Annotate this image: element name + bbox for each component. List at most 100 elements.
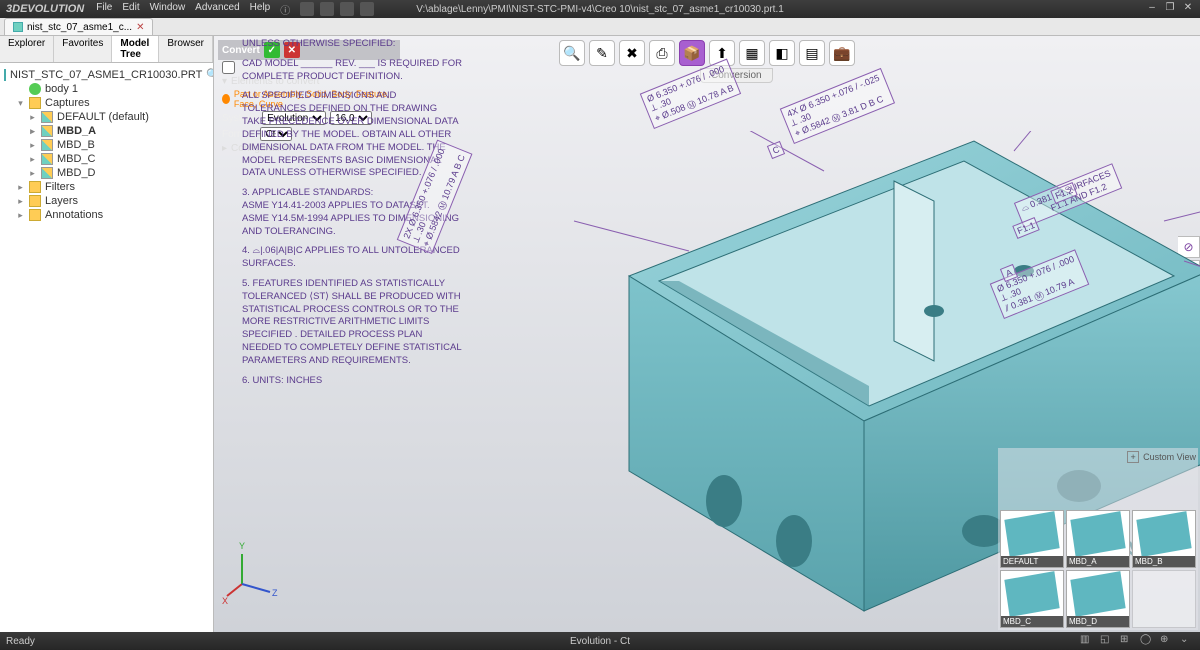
add-view-button[interactable]: + — [1127, 451, 1139, 463]
tree-item-mbd-a[interactable]: ▸MBD_A — [2, 124, 211, 138]
tool-report[interactable]: ⎙ — [649, 40, 675, 66]
window-min-button[interactable]: – — [1144, 2, 1160, 16]
version-select[interactable]: 16.0 — [330, 111, 372, 125]
tool-convert[interactable]: 📦 — [679, 40, 705, 66]
tool-section[interactable]: ◧ — [769, 40, 795, 66]
tree-item-filters[interactable]: ▸Filters — [2, 180, 211, 194]
tree-item-mbd-b[interactable]: ▸MBD_B — [2, 138, 211, 152]
chevron-down-icon[interactable]: ▾ — [16, 98, 25, 109]
pmi-callout-1[interactable]: Ø 6.350 +.076 / .000 ⟂ .30 ⌖ Ø.508 Ⓜ 10.… — [640, 59, 741, 129]
menu-file[interactable]: File — [96, 2, 112, 17]
part-icon — [13, 22, 23, 32]
qa-icon-3[interactable] — [340, 2, 354, 16]
qa-icon-4[interactable] — [360, 2, 374, 16]
tool-edit[interactable]: ✎ — [589, 40, 615, 66]
viewport-3d[interactable]: Convert ✓ ✕ Automatic ▾ Elements to conv… — [214, 36, 1200, 632]
tree-item-captures[interactable]: ▾Captures — [2, 96, 211, 110]
main-menu: File Edit Window Advanced Help ⓘ — [96, 2, 290, 17]
app-logo: 3DEVOLUTION — [0, 3, 90, 15]
status-icon-2[interactable]: ◱ — [1100, 634, 1114, 648]
tool-compare[interactable]: ▦ — [739, 40, 765, 66]
window-close-button[interactable]: ✕ — [1180, 2, 1196, 16]
chevron-right-icon[interactable]: ▸ — [16, 210, 25, 221]
tab-explorer[interactable]: Explorer — [0, 36, 54, 62]
window-max-button[interactable]: ❐ — [1162, 2, 1178, 16]
chevron-right-icon[interactable]: ▸ — [28, 112, 37, 123]
tree-item-mbd-c[interactable]: ▸MBD_C — [2, 152, 211, 166]
tool-toolbox[interactable]: 💼 — [829, 40, 855, 66]
chevron-right-icon[interactable]: ▸ — [28, 154, 37, 165]
thumb-mbd-a[interactable]: MBD_A — [1066, 510, 1130, 568]
viewport-toolbar: 🔍 ✎ ✖ ⎙ 📦 ⬆ ▦ ◧ ▤ 💼 — [557, 38, 857, 68]
chevron-right-icon[interactable]: ▸ — [16, 196, 25, 207]
tree-item-body[interactable]: body 1 — [2, 82, 211, 96]
tree-item-mbd-d[interactable]: ▸MBD_D — [2, 166, 211, 180]
status-text: Ready — [6, 636, 35, 647]
thumb-empty — [1132, 570, 1196, 628]
tree-root[interactable]: NIST_STC_07_ASME1_CR10030.PRT 🔍 — [2, 67, 211, 82]
thumb-mbd-d[interactable]: MBD_D — [1066, 570, 1130, 628]
chevron-right-icon[interactable]: ▸ — [28, 140, 37, 151]
menu-edit[interactable]: Edit — [122, 2, 139, 17]
capture-icon — [41, 139, 53, 151]
automatic-checkbox[interactable] — [222, 61, 235, 74]
body-icon — [29, 83, 41, 95]
chevron-right-icon[interactable]: ▸ — [16, 182, 25, 193]
sidebar: Explorer Favorites Model Tree Browser NI… — [0, 36, 214, 632]
capture-icon — [41, 153, 53, 165]
confirm-button[interactable]: ✓ — [264, 42, 280, 58]
status-icon-5[interactable]: ⊕ — [1160, 634, 1174, 648]
close-tab-icon[interactable]: ✕ — [136, 22, 144, 33]
status-icon-1[interactable]: ▥ — [1080, 634, 1094, 648]
svg-text:X: X — [222, 596, 228, 604]
document-tab-label: nist_stc_07_asme1_c... — [27, 22, 132, 33]
svg-text:Z: Z — [272, 588, 278, 598]
model-tree: NIST_STC_07_ASME1_CR10030.PRT 🔍 body 1 ▾… — [0, 63, 213, 632]
tree-item-default[interactable]: ▸DEFAULT (default) — [2, 110, 211, 124]
folder-icon — [29, 209, 41, 221]
status-icon-6[interactable]: ⌄ — [1180, 634, 1194, 648]
tab-favorites[interactable]: Favorites — [54, 36, 112, 62]
quick-access — [300, 2, 374, 16]
pmi-callout-5[interactable]: 2X Ø 6.350 +.076 / .000 ⟂ .30 ⌖ Ø.5842 Ⓜ… — [397, 140, 473, 254]
tree-item-annotations[interactable]: ▸Annotations — [2, 208, 211, 222]
orientation-triad[interactable]: X Y Z — [222, 534, 292, 604]
tool-views[interactable]: ▤ — [799, 40, 825, 66]
capture-icon — [41, 167, 53, 179]
menu-help[interactable]: Help — [250, 2, 271, 17]
tool-repair[interactable]: ✖ — [619, 40, 645, 66]
radio-icon[interactable] — [222, 94, 230, 104]
folder-icon — [29, 97, 41, 109]
menu-advanced[interactable]: Advanced — [195, 2, 239, 17]
qa-icon-2[interactable] — [320, 2, 334, 16]
thumb-mbd-c[interactable]: MBD_C — [1000, 570, 1064, 628]
status-icon-3[interactable]: ⊞ — [1120, 634, 1134, 648]
title-bar: 3DEVOLUTION File Edit Window Advanced He… — [0, 0, 1200, 18]
sidebar-tabs: Explorer Favorites Model Tree Browser — [0, 36, 213, 63]
format-select[interactable]: Ct — [260, 127, 292, 141]
convert-panel: Convert ✓ ✕ Automatic ▾ Elements to conv… — [214, 36, 404, 159]
system-select[interactable]: Evolution — [262, 111, 326, 125]
document-path: V:\ablage\Lenny\PMI\NIST-STC-PMI-v4\Creo… — [416, 4, 784, 15]
tab-browser[interactable]: Browser — [159, 36, 213, 62]
view-thumbnails: +Custom View DEFAULT MBD_A MBD_B MBD_C M… — [998, 448, 1198, 630]
capture-icon — [41, 111, 53, 123]
tab-model-tree[interactable]: Model Tree — [112, 36, 159, 62]
menu-window[interactable]: Window — [150, 2, 186, 17]
cancel-button[interactable]: ✕ — [284, 42, 300, 58]
part-icon — [4, 69, 6, 81]
thumb-default[interactable]: DEFAULT — [1000, 510, 1064, 568]
status-icon-4[interactable]: ◯ — [1140, 634, 1154, 648]
folder-icon — [29, 181, 41, 193]
tree-item-layers[interactable]: ▸Layers — [2, 194, 211, 208]
thumb-mbd-b[interactable]: MBD_B — [1132, 510, 1196, 568]
status-bar: Ready Evolution - Ct ▥ ◱ ⊞ ◯ ⊕ ⌄ — [0, 632, 1200, 650]
document-tab[interactable]: nist_stc_07_asme1_c... ✕ — [4, 18, 153, 35]
tool-zoom[interactable]: 🔍 — [559, 40, 585, 66]
chevron-right-icon[interactable]: ▸ — [28, 168, 37, 179]
chevron-right-icon[interactable]: ▸ — [28, 126, 37, 137]
convert-title: Convert — [222, 45, 260, 56]
folder-icon — [29, 195, 41, 207]
search-icon[interactable]: 🔍 — [206, 68, 213, 81]
qa-icon-1[interactable] — [300, 2, 314, 16]
